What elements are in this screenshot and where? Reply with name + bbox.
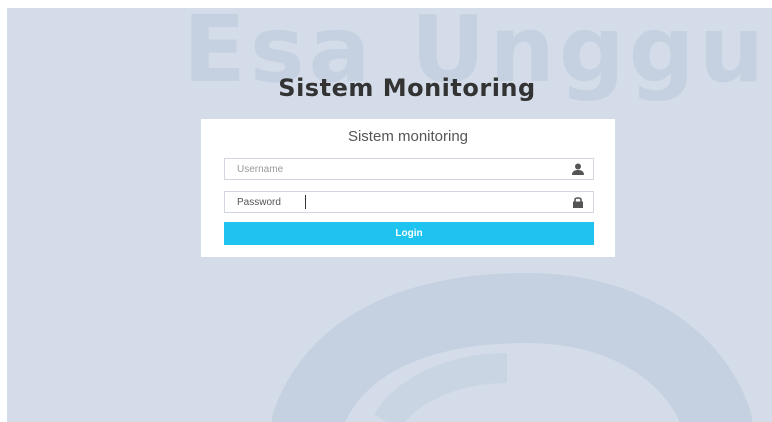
user-icon (572, 163, 584, 175)
login-box-title: Sistem monitoring (347, 128, 469, 145)
password-input[interactable] (225, 192, 577, 212)
password-field[interactable] (224, 191, 594, 213)
username-field[interactable] (224, 158, 594, 180)
username-input[interactable] (225, 159, 577, 179)
page-title: Sistem Monitoring (278, 74, 536, 102)
text-caret (305, 195, 306, 209)
login-screen: Esa Unggul Sistem Monitoring Sistem moni… (7, 8, 772, 422)
login-button[interactable]: Login (224, 222, 594, 245)
login-box: Sistem monitoring Login (201, 119, 615, 257)
lock-icon (573, 197, 583, 208)
